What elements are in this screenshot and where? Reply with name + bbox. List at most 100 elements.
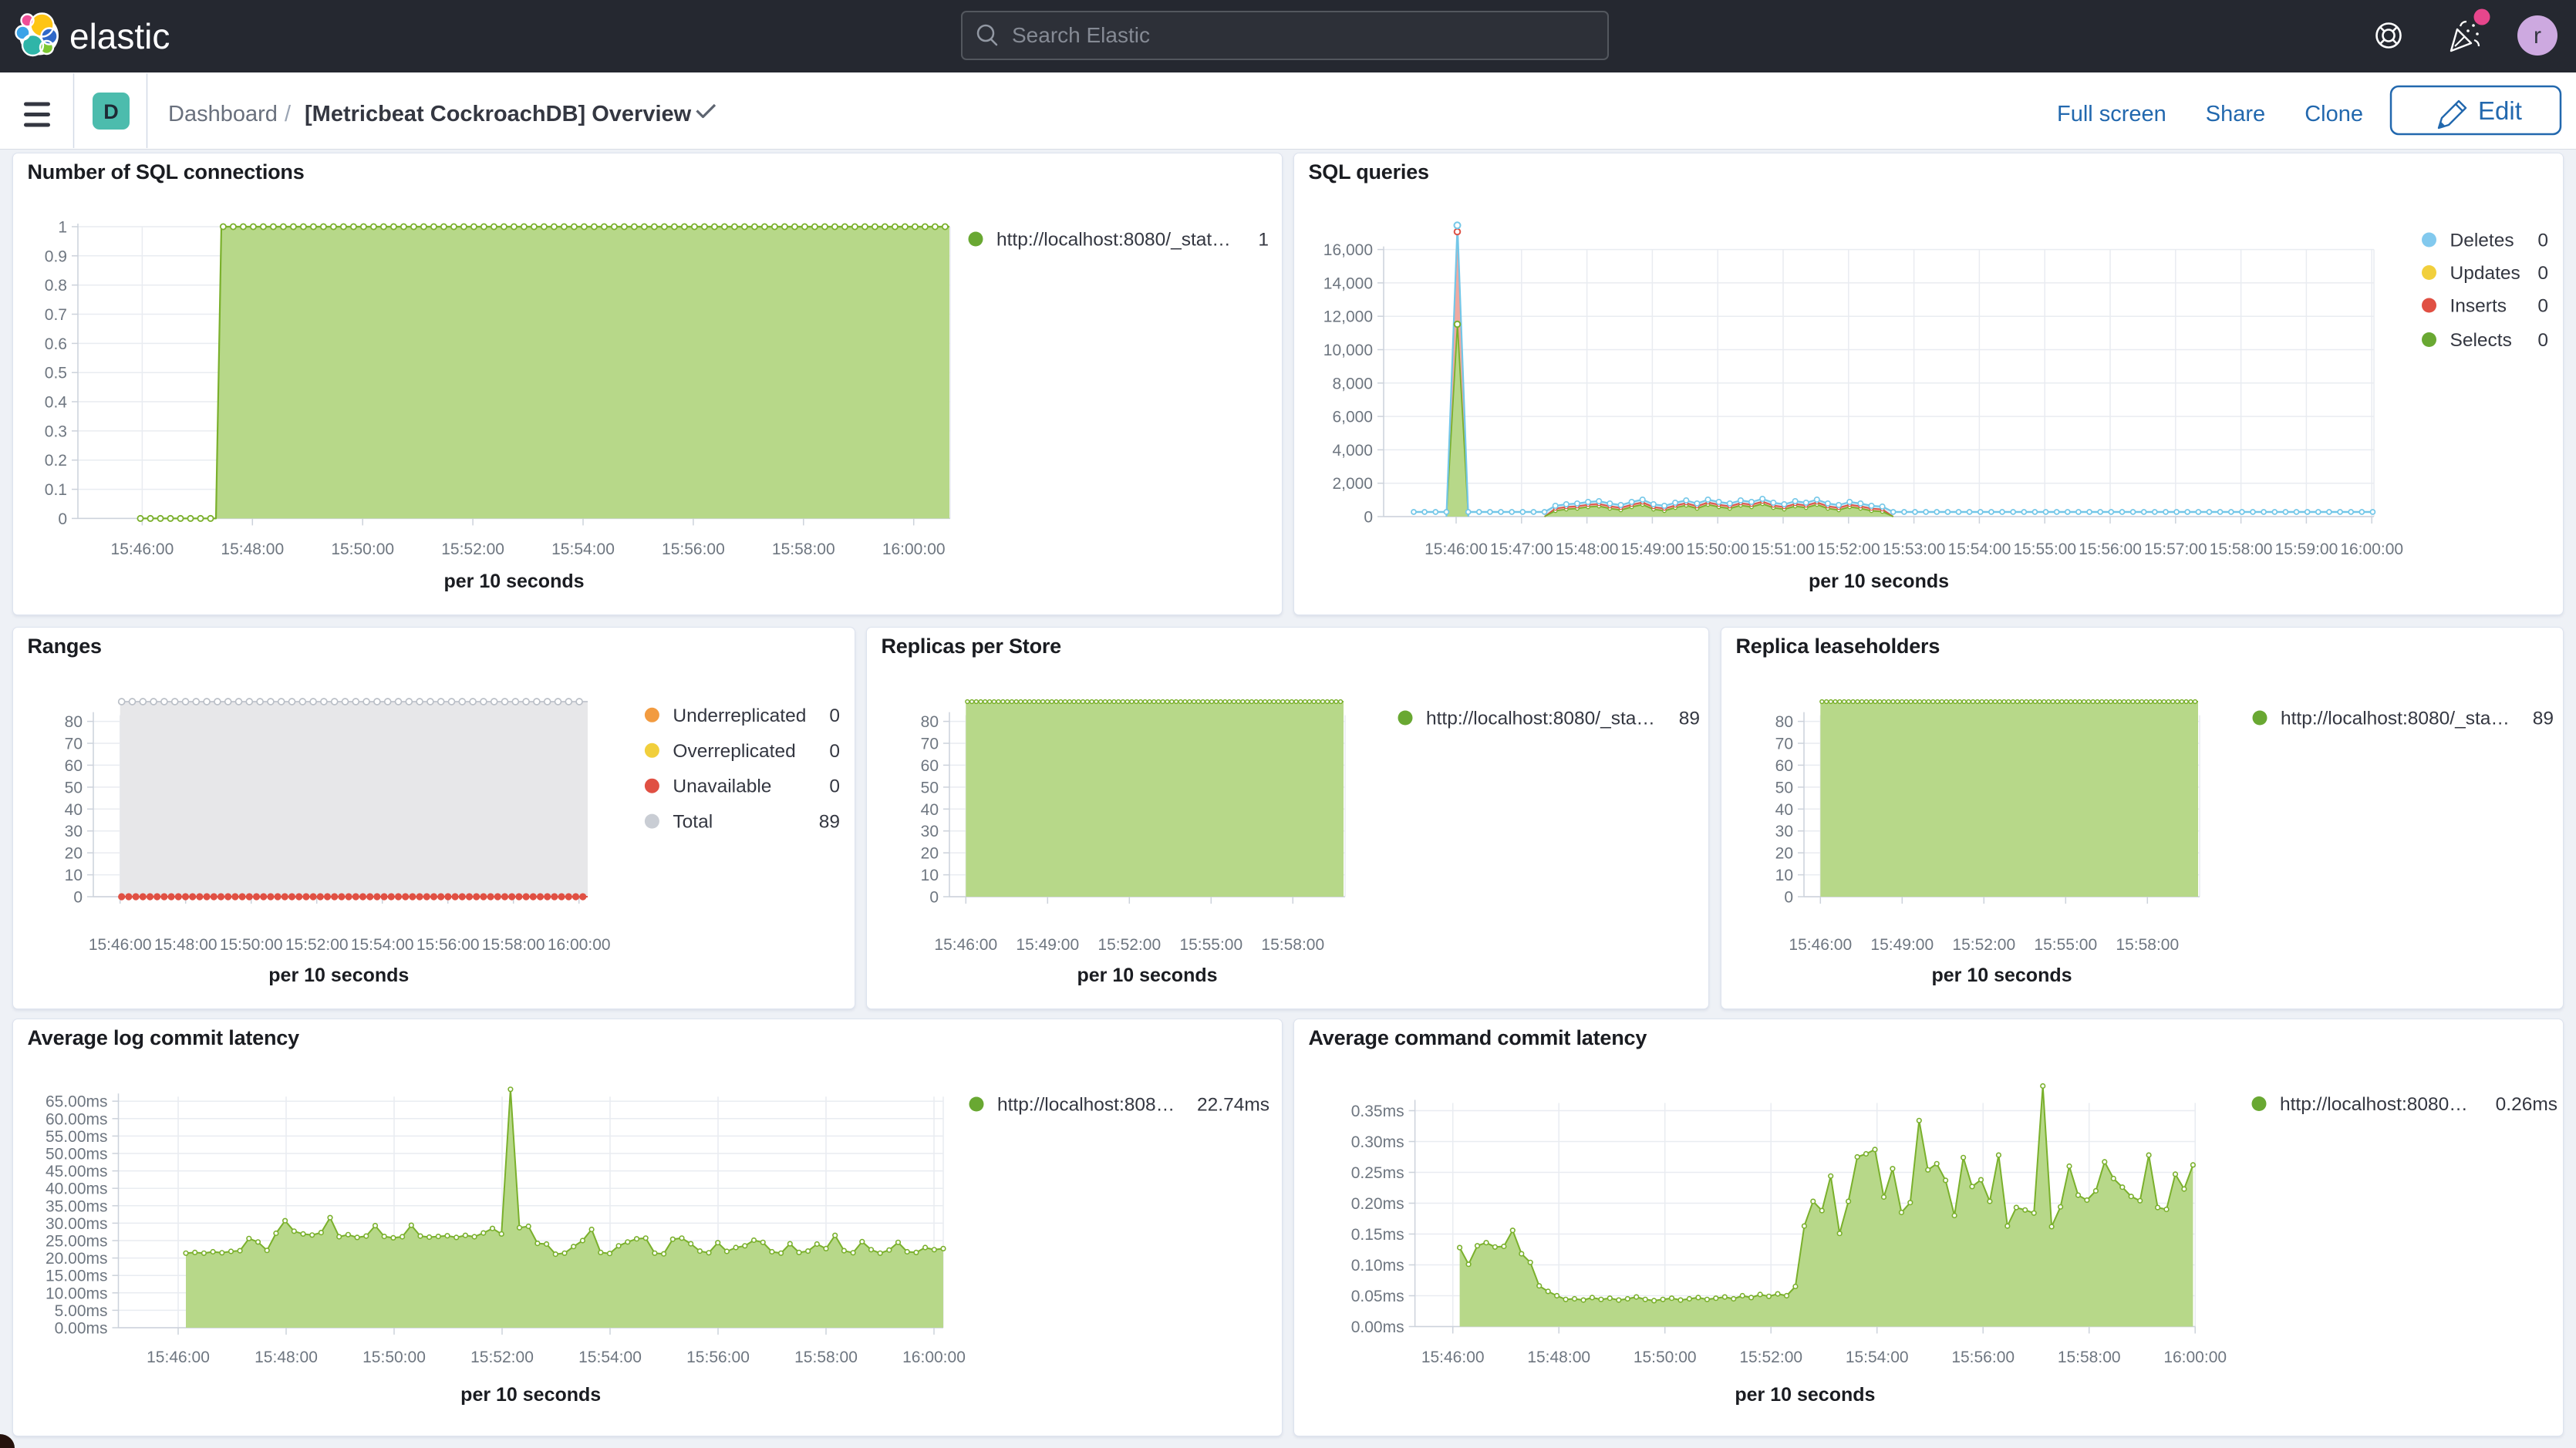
svg-text:16:00:00: 16:00:00 — [2340, 540, 2403, 558]
svg-text:15:54:00: 15:54:00 — [1947, 540, 2011, 558]
svg-text:40: 40 — [1775, 800, 1792, 818]
svg-text:Updates: Updates — [2450, 263, 2520, 284]
svg-text:80: 80 — [920, 713, 938, 731]
svg-text:15:58:00: 15:58:00 — [794, 1349, 858, 1366]
svg-text:15:56:00: 15:56:00 — [686, 1349, 750, 1366]
svg-text:0.10ms: 0.10ms — [1350, 1257, 1404, 1275]
svg-text:per 10 seconds: per 10 seconds — [1931, 965, 2072, 986]
svg-text:D: D — [103, 100, 119, 123]
svg-text:15.00ms: 15.00ms — [45, 1267, 107, 1285]
svg-text:70: 70 — [1775, 735, 1792, 753]
svg-text:30.00ms: 30.00ms — [45, 1214, 107, 1232]
svg-text:0.5: 0.5 — [44, 364, 66, 382]
svg-text:80: 80 — [1775, 713, 1792, 731]
svg-text:0.6: 0.6 — [44, 335, 66, 352]
svg-text:0.9: 0.9 — [44, 248, 66, 265]
svg-text:Underreplicated: Underreplicated — [673, 705, 806, 726]
svg-text:89: 89 — [818, 811, 839, 832]
svg-text:50: 50 — [64, 779, 82, 796]
svg-text:20.00ms: 20.00ms — [45, 1250, 107, 1268]
svg-text:0: 0 — [829, 705, 840, 726]
svg-text:0.7: 0.7 — [44, 306, 66, 324]
svg-text:6,000: 6,000 — [1332, 408, 1373, 426]
svg-text:15:50:00: 15:50:00 — [1686, 540, 1749, 558]
svg-text:15:52:00: 15:52:00 — [441, 540, 504, 558]
svg-text:0: 0 — [58, 510, 67, 527]
svg-text:89: 89 — [1678, 708, 1699, 729]
svg-text:35.00ms: 35.00ms — [45, 1197, 107, 1215]
svg-text:0.4: 0.4 — [44, 393, 67, 411]
svg-text:20: 20 — [920, 844, 938, 862]
svg-text:14,000: 14,000 — [1323, 274, 1372, 292]
svg-text:16:00:00: 16:00:00 — [882, 540, 945, 558]
svg-text:Dashboard: Dashboard — [168, 102, 278, 126]
svg-text:15:48:00: 15:48:00 — [153, 936, 217, 954]
svg-text:http://localhost:8080/_sta…: http://localhost:8080/_sta… — [2281, 708, 2510, 729]
svg-text:25.00ms: 25.00ms — [45, 1232, 107, 1250]
svg-text:15:58:00: 15:58:00 — [2116, 936, 2179, 954]
svg-text:30: 30 — [64, 823, 82, 840]
svg-text:Inserts: Inserts — [2450, 295, 2507, 316]
svg-text:r: r — [2534, 23, 2541, 49]
svg-text:Search Elastic: Search Elastic — [1012, 23, 1150, 47]
svg-text:15:48:00: 15:48:00 — [221, 540, 284, 558]
svg-text:http://localhost:8080/_sta…: http://localhost:8080/_sta… — [1426, 708, 1655, 729]
svg-text:60.00ms: 60.00ms — [45, 1110, 107, 1128]
svg-text:15:49:00: 15:49:00 — [1870, 936, 1934, 954]
svg-text:15:47:00: 15:47:00 — [1489, 540, 1553, 558]
svg-text:15:46:00: 15:46:00 — [1421, 1349, 1484, 1366]
svg-text:89: 89 — [2532, 708, 2553, 729]
svg-text:15:49:00: 15:49:00 — [1620, 540, 1684, 558]
svg-text:50: 50 — [920, 779, 938, 796]
svg-text:0.2: 0.2 — [44, 452, 66, 470]
svg-text:15:52:00: 15:52:00 — [1816, 540, 1880, 558]
svg-text:16:00:00: 16:00:00 — [547, 936, 610, 954]
svg-text:Edit: Edit — [2478, 96, 2522, 125]
svg-text:per 10 seconds: per 10 seconds — [460, 1384, 601, 1406]
svg-text:0: 0 — [2537, 295, 2548, 316]
svg-text:60: 60 — [64, 756, 82, 774]
svg-text:20: 20 — [1775, 844, 1792, 862]
svg-text:15:56:00: 15:56:00 — [1951, 1349, 2015, 1366]
svg-text:15:55:00: 15:55:00 — [2034, 936, 2097, 954]
svg-text:15:58:00: 15:58:00 — [2057, 1349, 2120, 1366]
svg-text:0: 0 — [2537, 263, 2548, 284]
svg-text:10.00ms: 10.00ms — [45, 1285, 107, 1302]
svg-text:15:56:00: 15:56:00 — [662, 540, 725, 558]
svg-text:0: 0 — [73, 888, 83, 906]
svg-text:per 10 seconds: per 10 seconds — [443, 571, 584, 592]
svg-text:15:59:00: 15:59:00 — [2274, 540, 2338, 558]
svg-text:15:46:00: 15:46:00 — [88, 936, 151, 954]
svg-text:15:54:00: 15:54:00 — [551, 540, 615, 558]
svg-text:Share: Share — [2206, 102, 2265, 126]
svg-text:15:56:00: 15:56:00 — [2079, 540, 2142, 558]
svg-text:15:53:00: 15:53:00 — [1882, 540, 1945, 558]
svg-text:http://localhost:8080/_stat…: http://localhost:8080/_stat… — [996, 229, 1231, 250]
svg-text:15:52:00: 15:52:00 — [285, 936, 348, 954]
svg-text:Clone: Clone — [2305, 102, 2363, 126]
svg-text:15:58:00: 15:58:00 — [481, 936, 545, 954]
svg-text:Deletes: Deletes — [2450, 230, 2514, 251]
svg-text:0.20ms: 0.20ms — [1350, 1195, 1404, 1213]
svg-text:60: 60 — [1775, 756, 1792, 774]
svg-text:15:48:00: 15:48:00 — [1527, 1349, 1590, 1366]
svg-text:15:46:00: 15:46:00 — [147, 1349, 210, 1366]
svg-text:0.15ms: 0.15ms — [1350, 1226, 1404, 1244]
svg-text:15:57:00: 15:57:00 — [2143, 540, 2207, 558]
svg-text:per 10 seconds: per 10 seconds — [1808, 571, 1948, 592]
svg-text:45.00ms: 45.00ms — [45, 1163, 107, 1180]
svg-text:0.3: 0.3 — [44, 423, 66, 440]
svg-text:2,000: 2,000 — [1332, 475, 1373, 493]
svg-text:0.25ms: 0.25ms — [1350, 1164, 1404, 1182]
svg-text:12,000: 12,000 — [1323, 308, 1372, 325]
svg-text:40: 40 — [920, 800, 938, 818]
svg-text:10: 10 — [920, 867, 938, 884]
svg-text:22.74ms: 22.74ms — [1197, 1094, 1269, 1115]
svg-text:65.00ms: 65.00ms — [45, 1093, 107, 1110]
svg-text:15:48:00: 15:48:00 — [255, 1349, 318, 1366]
svg-text:20: 20 — [64, 844, 82, 862]
svg-text:Selects: Selects — [2450, 330, 2511, 351]
svg-text:4,000: 4,000 — [1332, 441, 1373, 459]
svg-text:0: 0 — [2537, 230, 2548, 251]
svg-text:50.00ms: 50.00ms — [45, 1145, 107, 1163]
